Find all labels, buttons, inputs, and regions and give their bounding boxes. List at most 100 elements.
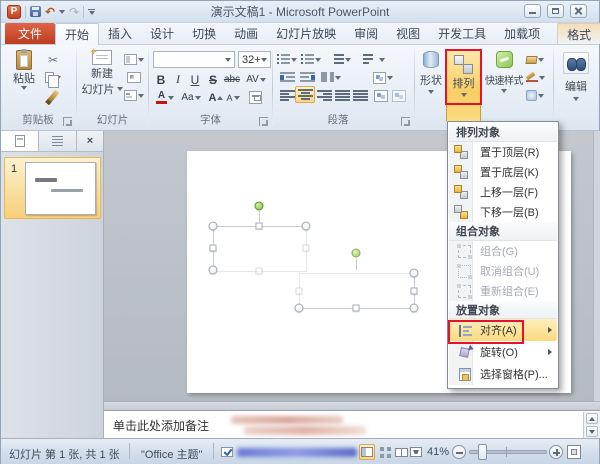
new-slide-button[interactable]: 新建 幻灯片 bbox=[81, 50, 123, 97]
grow-font-button[interactable]: A bbox=[208, 89, 224, 106]
find-button[interactable] bbox=[563, 52, 589, 74]
character-spacing-button[interactable]: AV bbox=[244, 71, 268, 88]
resize-handle[interactable] bbox=[409, 303, 419, 313]
slide-layout-button[interactable] bbox=[124, 51, 144, 68]
quick-styles-button[interactable]: 快速样式 bbox=[485, 51, 524, 93]
align-right-button[interactable] bbox=[314, 87, 334, 104]
menu-item-bring-forward[interactable]: 上移一层(F) bbox=[449, 182, 557, 202]
menu-item-send-backward[interactable]: 下移一层(B) bbox=[449, 202, 557, 222]
font-dialog-launcher[interactable] bbox=[259, 117, 268, 126]
tab-developer[interactable]: 开发工具 bbox=[429, 23, 495, 44]
scroll-up-button[interactable] bbox=[586, 413, 598, 424]
shape-fill-button[interactable] bbox=[525, 51, 545, 68]
line-spacing-button[interactable] bbox=[331, 51, 351, 68]
close-button[interactable] bbox=[570, 4, 587, 18]
tab-slideshow[interactable]: 幻灯片放映 bbox=[267, 23, 345, 44]
editing-button[interactable]: 编辑 bbox=[561, 78, 591, 101]
cut-button[interactable]: ✂ bbox=[43, 51, 63, 68]
resize-handle[interactable] bbox=[255, 267, 263, 275]
font-name-combobox[interactable] bbox=[153, 51, 235, 68]
copy-button[interactable] bbox=[43, 69, 63, 88]
tab-home[interactable]: 开始 bbox=[55, 23, 100, 45]
menu-item-align[interactable]: 对齐(A) bbox=[449, 319, 557, 341]
spell-check-icon[interactable] bbox=[221, 447, 233, 457]
rotation-handle[interactable] bbox=[254, 201, 264, 211]
slide-sorter-view-button[interactable] bbox=[377, 444, 393, 460]
undo-icon[interactable]: ↶ bbox=[45, 6, 55, 18]
shape-effects-button[interactable] bbox=[525, 87, 545, 104]
slide-thumbnail-selected[interactable]: 1 bbox=[4, 157, 101, 219]
tab-addins[interactable]: 加载项 bbox=[495, 23, 549, 44]
shadow-button[interactable]: S bbox=[206, 71, 220, 88]
tab-format-contextual[interactable]: 格式 bbox=[557, 23, 600, 44]
bullets-button[interactable] bbox=[277, 51, 297, 68]
slideshow-view-button[interactable] bbox=[408, 444, 424, 460]
tab-transitions[interactable]: 切换 bbox=[183, 23, 225, 44]
menu-item-bring-to-front[interactable]: 置于顶层(R) bbox=[449, 142, 557, 162]
reset-slide-button[interactable] bbox=[124, 69, 144, 86]
columns-button[interactable] bbox=[321, 69, 341, 86]
text-options-button[interactable] bbox=[389, 87, 409, 104]
font-color-button[interactable]: A bbox=[154, 89, 176, 106]
powerpoint-logo-icon[interactable]: P bbox=[7, 4, 21, 19]
italic-button[interactable]: I bbox=[171, 71, 185, 88]
notes-pane[interactable]: 单击此处添加备注 bbox=[104, 410, 600, 438]
shapes-button[interactable]: 形状 bbox=[417, 51, 445, 94]
save-icon[interactable] bbox=[30, 6, 41, 17]
font-size-combobox[interactable]: 32+ bbox=[238, 51, 271, 68]
close-panel-button[interactable]: × bbox=[77, 131, 103, 151]
tab-design[interactable]: 设计 bbox=[141, 23, 183, 44]
shape-outline-button[interactable] bbox=[525, 69, 545, 86]
underline-button[interactable]: U bbox=[188, 71, 202, 88]
menu-item-send-to-back[interactable]: 置于底层(K) bbox=[449, 162, 557, 182]
notes-scrollbar[interactable] bbox=[583, 412, 600, 438]
resize-handle[interactable] bbox=[255, 222, 263, 230]
notes-splitter[interactable] bbox=[104, 401, 600, 410]
tab-file[interactable]: 文件 bbox=[5, 23, 56, 44]
resize-handle[interactable] bbox=[208, 265, 218, 275]
scroll-down-button[interactable] bbox=[586, 426, 598, 437]
resize-handle[interactable] bbox=[352, 304, 360, 312]
tab-insert[interactable]: 插入 bbox=[99, 23, 141, 44]
resize-handle[interactable] bbox=[209, 244, 217, 252]
reading-view-button[interactable] bbox=[393, 444, 409, 460]
align-text-button[interactable] bbox=[371, 87, 391, 104]
zoom-slider-thumb[interactable] bbox=[478, 444, 487, 460]
resize-handle[interactable] bbox=[301, 221, 311, 231]
fit-to-window-button[interactable] bbox=[567, 445, 581, 459]
theme-name[interactable]: "Office 主题" bbox=[141, 446, 202, 462]
shrink-font-button[interactable]: A bbox=[225, 89, 241, 106]
clipboard-dialog-launcher[interactable] bbox=[63, 117, 72, 126]
align-left-button[interactable] bbox=[277, 87, 297, 104]
justify-button[interactable] bbox=[332, 87, 352, 104]
rotation-handle[interactable] bbox=[351, 248, 361, 258]
text-direction-button[interactable] bbox=[361, 51, 387, 68]
minimize-button[interactable] bbox=[524, 4, 541, 18]
resize-handle[interactable] bbox=[302, 244, 310, 252]
tab-slides-thumbnails[interactable] bbox=[1, 131, 39, 151]
menu-item-selection-pane[interactable]: 选择窗格(P)... bbox=[449, 363, 557, 385]
tab-outline[interactable] bbox=[39, 131, 77, 151]
bold-button[interactable]: B bbox=[154, 71, 168, 88]
resize-handle[interactable] bbox=[208, 221, 218, 231]
numbering-button[interactable] bbox=[301, 51, 321, 68]
strikethrough-button[interactable]: abc bbox=[222, 71, 242, 88]
menu-item-rotate[interactable]: 旋转(O) bbox=[449, 341, 557, 363]
decrease-indent-button[interactable] bbox=[277, 69, 297, 86]
align-center-button[interactable] bbox=[295, 86, 315, 103]
resize-handle[interactable] bbox=[295, 287, 303, 295]
undo-dropdown-icon[interactable] bbox=[59, 9, 66, 14]
paragraph-dialog-launcher[interactable] bbox=[401, 117, 410, 126]
distribute-button[interactable] bbox=[350, 87, 370, 104]
convert-smartart-button[interactable] bbox=[373, 69, 393, 86]
normal-view-button[interactable] bbox=[359, 444, 375, 460]
maximize-button[interactable] bbox=[547, 4, 564, 18]
tab-review[interactable]: 审阅 bbox=[345, 23, 387, 44]
resize-handle[interactable] bbox=[410, 287, 418, 295]
tab-animations[interactable]: 动画 bbox=[225, 23, 267, 44]
zoom-out-button[interactable] bbox=[452, 445, 466, 459]
vertical-scrollbar[interactable] bbox=[593, 131, 600, 410]
resize-handle[interactable] bbox=[294, 303, 304, 313]
paste-button[interactable]: 粘贴 bbox=[7, 49, 41, 90]
zoom-in-button[interactable] bbox=[549, 445, 563, 459]
